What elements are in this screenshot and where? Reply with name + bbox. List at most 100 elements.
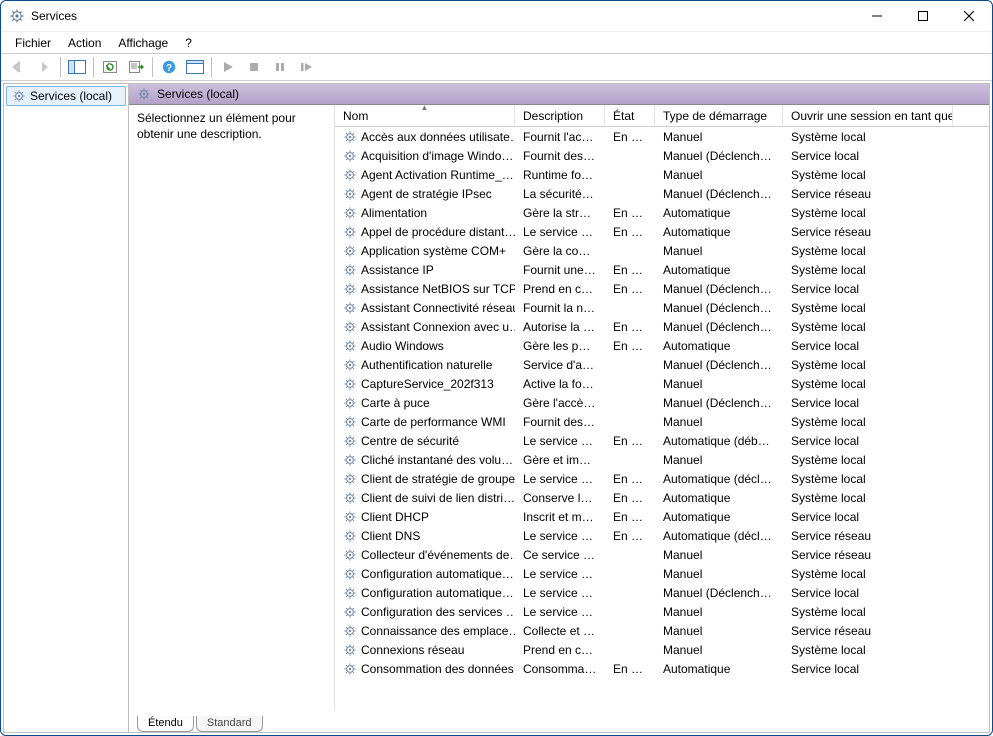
service-startup-type: Automatique [655,339,783,353]
service-description: Fournit l'ac… [515,130,605,144]
export-list-button[interactable] [124,55,148,79]
service-row[interactable]: Acquisition d'image Windo…Fournit des …M… [335,146,989,165]
service-name: Carte de performance WMI [361,415,506,429]
service-startup-type: Automatique [655,510,783,524]
service-row[interactable]: Assistant Connexion avec u…Autorise la …… [335,317,989,336]
service-row[interactable]: Authentification naturelleService d'ag…M… [335,355,989,374]
close-button[interactable] [946,1,992,31]
tab-etendu[interactable]: Étendu [137,716,194,732]
column-header-session[interactable]: Ouvrir une session en tant que [783,105,953,126]
service-row[interactable]: Assistant Connectivité réseauFournit la … [335,298,989,317]
service-row[interactable]: Assistance IPFournit une …En co…Automati… [335,260,989,279]
service-logon-as: Système local [783,567,953,581]
tab-standard[interactable]: Standard [196,716,263,732]
service-name: Centre de sécurité [361,434,459,448]
service-description: Fournit des … [515,415,605,429]
service-row[interactable]: Configuration automatique…Le service …Ma… [335,564,989,583]
service-name: Authentification naturelle [361,358,492,372]
service-row[interactable]: Configuration des services …Le service C… [335,602,989,621]
gear-icon [343,586,357,600]
content-area: Sélectionnez un élément pour obtenir une… [129,105,989,732]
service-row[interactable]: Consommation des donnéesConsomma…En co…A… [335,659,989,678]
service-row[interactable]: Assistance NetBIOS sur TCP…Prend en ch…E… [335,279,989,298]
back-button[interactable] [6,55,30,79]
menu-action[interactable]: Action [60,34,109,52]
service-row[interactable]: Client de stratégie de groupeLe service … [335,469,989,488]
service-name: Consommation des données [361,662,514,676]
service-row[interactable]: Cliché instantané des volu…Gère et impl…… [335,450,989,469]
service-name: Configuration des services … [361,605,515,619]
service-row[interactable]: Client DHCPInscrit et m…En co…Automatiqu… [335,507,989,526]
close-icon [964,11,974,21]
tree-root-services-local[interactable]: Services (local) [6,86,126,106]
restart-service-button[interactable] [294,55,318,79]
service-row[interactable]: CaptureService_202f313Active la fo…Manue… [335,374,989,393]
service-description: Prend en ch… [515,643,605,657]
stop-icon [247,60,261,74]
show-hide-tree-button[interactable] [65,55,89,79]
service-startup-type: Automatique [655,662,783,676]
maximize-button[interactable] [900,1,946,31]
service-description: Autorise la … [515,320,605,334]
service-description: Gère la conf… [515,244,605,258]
service-row[interactable]: Accès aux données utilisate…Fournit l'ac… [335,127,989,146]
service-name: Client DHCP [361,510,429,524]
service-startup-type: Manuel [655,453,783,467]
service-name: Client de stratégie de groupe [361,472,515,486]
menu-help[interactable]: ? [177,34,200,52]
start-icon [221,60,235,74]
help-button[interactable]: ? [157,55,181,79]
grid-body[interactable]: Accès aux données utilisate…Fournit l'ac… [335,127,989,711]
start-service-button[interactable] [216,55,240,79]
column-header-demarrage[interactable]: Type de démarrage [655,105,783,126]
column-header-etat[interactable]: État [605,105,655,126]
service-row[interactable]: Audio WindowsGère les péri…En co…Automat… [335,336,989,355]
properties-button[interactable] [183,55,207,79]
pane-header: Services (local) [129,84,989,105]
service-startup-type: Manuel (Déclenche… [655,149,783,163]
service-startup-type: Manuel (Déclenche… [655,396,783,410]
service-status: En co… [605,320,655,334]
service-row[interactable]: Carte de performance WMIFournit des …Man… [335,412,989,431]
column-header-description[interactable]: Description [515,105,605,126]
menu-affichage[interactable]: Affichage [110,34,176,52]
stop-service-button[interactable] [242,55,266,79]
service-description: Service d'ag… [515,358,605,372]
forward-button[interactable] [32,55,56,79]
service-description: Runtime for… [515,168,605,182]
gear-icon [343,206,357,220]
pause-service-button[interactable] [268,55,292,79]
service-name: Client DNS [361,529,420,543]
column-header-label: Nom [343,109,368,123]
service-logon-as: Système local [783,643,953,657]
back-arrow-icon [10,59,26,75]
service-row[interactable]: Connexions réseauPrend en ch…ManuelSystè… [335,640,989,659]
refresh-button[interactable] [98,55,122,79]
service-row[interactable]: Client de suivi de lien distri…Conserve … [335,488,989,507]
service-description: Le service C… [515,605,605,619]
service-row[interactable]: Appel de procédure distant…Le service R…… [335,222,989,241]
service-status: En co… [605,491,655,505]
service-logon-as: Service local [783,149,953,163]
service-row[interactable]: Application système COM+Gère la conf…Man… [335,241,989,260]
service-logon-as: Service réseau [783,548,953,562]
gear-icon [343,662,357,676]
menu-fichier[interactable]: Fichier [7,34,59,52]
service-name: Configuration automatique… [361,586,514,600]
service-logon-as: Système local [783,168,953,182]
minimize-button[interactable] [854,1,900,31]
service-row[interactable]: Agent Activation Runtime_…Runtime for…Ma… [335,165,989,184]
service-row[interactable]: Configuration automatique…Le service C…M… [335,583,989,602]
service-row[interactable]: AlimentationGère la strat…En co…Automati… [335,203,989,222]
forward-arrow-icon [36,59,52,75]
service-startup-type: Automatique [655,225,783,239]
gear-icon [343,320,357,334]
service-row[interactable]: Collecteur d'événements de…Ce service g…… [335,545,989,564]
service-row[interactable]: Agent de stratégie IPsecLa sécurité …Man… [335,184,989,203]
column-header-nom[interactable]: Nom ▲ [335,105,515,126]
service-row[interactable]: Connaissance des emplace…Collecte et s…M… [335,621,989,640]
service-row[interactable]: Carte à puceGère l'accès…Manuel (Déclenc… [335,393,989,412]
service-row[interactable]: Client DNSLe service cl…En co…Automatiqu… [335,526,989,545]
service-name: Connexions réseau [361,643,464,657]
service-row[interactable]: Centre de sécuritéLe service …En co…Auto… [335,431,989,450]
